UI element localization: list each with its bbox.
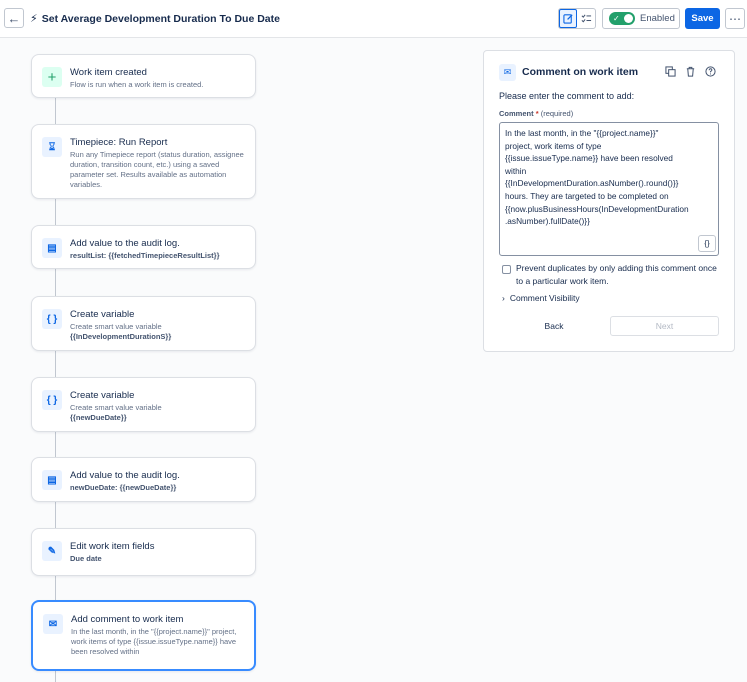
ellipsis-icon: ⋯ [729, 11, 741, 26]
prevent-duplicates-label: Prevent duplicates by only adding this c… [516, 263, 717, 286]
card-title: Create variable [70, 390, 135, 401]
required-mark: * [535, 109, 539, 118]
hourglass-icon: ⌛︎ [42, 137, 62, 157]
enabled-label: Enabled [640, 13, 675, 24]
lightning-icon: ⚡︎ [30, 13, 38, 25]
braces-icon: { } [42, 309, 62, 329]
flow-card-timepiece[interactable]: ⌛︎ Timepiece: Run Report Run any Timepie… [31, 124, 256, 199]
more-options-button[interactable]: ⋯ [725, 8, 745, 29]
log-icon: ▤ [42, 470, 62, 490]
card-title: Timepiece: Run Report [70, 137, 168, 148]
visual-editor-button[interactable] [559, 9, 577, 28]
edit-icon [562, 14, 573, 24]
flow-card-audit-log-1[interactable]: ▤ Add value to the audit log. resultList… [31, 225, 256, 269]
flow-card-create-variable-1[interactable]: { } Create variable Create smart value v… [31, 296, 256, 351]
card-title: Edit work item fields [70, 541, 155, 552]
back-panel-button[interactable]: Back [511, 316, 597, 336]
card-description: Run any Timepiece report (status duratio… [70, 150, 244, 189]
arrow-left-icon: ← [7, 10, 21, 26]
card-description: Create smart value variable {{newDueDate}… [70, 403, 247, 423]
trash-icon [686, 66, 694, 77]
toggle-knob [624, 14, 633, 23]
toggle-switch[interactable]: ✓ [609, 12, 635, 25]
card-description: Flow is run when a work item is created. [70, 80, 204, 89]
card-description: Due date [70, 554, 247, 564]
comment-icon: ✉ [43, 614, 63, 634]
card-title: Work item created [70, 67, 147, 78]
desc-value: {{newDueDate}} [70, 413, 127, 422]
visibility-label: Comment Visibility [509, 293, 580, 303]
next-button[interactable]: Next [610, 316, 719, 336]
comment-field-label: Comment * (required) [499, 109, 573, 118]
top-bar: ← ⚡︎ Set Average Development Duration To… [0, 0, 747, 38]
text-fade [33, 657, 254, 669]
duplicate-button[interactable] [664, 65, 676, 77]
comment-icon: ✉ [499, 64, 516, 81]
card-description: resultList: {{fetchedTimepieceResultList… [70, 251, 247, 261]
log-icon: ▤ [42, 238, 62, 258]
card-description: Create smart value variable {{InDevelopme… [70, 322, 247, 342]
flow-card-add-comment[interactable]: ✉ Add comment to work item In the last m… [31, 600, 256, 671]
smart-values-button[interactable]: {} [698, 235, 716, 252]
panel-prompt: Please enter the comment to add: [499, 91, 635, 101]
comment-textarea[interactable]: In the last month, in the "{{project.nam… [499, 122, 719, 256]
card-title: Create variable [70, 309, 135, 320]
panel-title: Comment on work item [522, 66, 639, 78]
copy-icon [664, 65, 676, 77]
desc-prefix: newDueDate: [70, 483, 120, 492]
check-icon: ✓ [613, 14, 620, 23]
edit-icon: ✎ [42, 541, 62, 561]
panel-actions [664, 65, 716, 77]
page-title: Set Average Development Duration To Due … [41, 12, 280, 25]
save-button[interactable]: Save [685, 8, 720, 29]
card-title: Add value to the audit log. [70, 470, 180, 481]
checklist-icon [581, 14, 591, 23]
plus-icon: + [42, 67, 62, 87]
view-toggle [558, 8, 596, 29]
flow-card-create-variable-2[interactable]: { } Create variable Create smart value v… [31, 377, 256, 432]
enabled-toggle[interactable]: ✓ Enabled [602, 8, 680, 29]
desc-value: {{fetchedTimepieceResultList}} [108, 251, 220, 260]
card-title: Add value to the audit log. [70, 238, 180, 249]
desc-value: Due date [70, 554, 102, 563]
braces-icon: { } [42, 390, 62, 410]
label-text: Comment [499, 109, 534, 118]
list-view-button[interactable] [577, 9, 595, 28]
desc-prefix: resultList: [70, 251, 109, 260]
flow-card-audit-log-2[interactable]: ▤ Add value to the audit log. newDueDate… [31, 457, 256, 502]
flow-card-trigger[interactable]: + Work item created Flow is run when a w… [31, 54, 256, 98]
comment-visibility-toggle[interactable]: › Comment Visibility [502, 293, 580, 303]
card-title: Add comment to work item [71, 614, 184, 625]
chevron-right-icon: › [502, 293, 505, 303]
back-button[interactable]: ← [4, 8, 24, 28]
desc-text: Create smart value variable [70, 322, 162, 331]
help-icon [704, 65, 716, 77]
desc-value: {{newDueDate}} [119, 483, 177, 492]
card-description: In the last month, in the "{{project.nam… [71, 627, 237, 656]
delete-button[interactable] [684, 65, 696, 77]
desc-value: {{InDevelopmentDurationS}} [70, 332, 172, 341]
title-area: ⚡︎ Set Average Development Duration To D… [30, 12, 280, 26]
help-button[interactable] [704, 65, 716, 77]
card-description: newDueDate: {{newDueDate}} [70, 483, 247, 493]
comment-config-panel: ✉ Comment on work item Please enter the … [483, 50, 735, 352]
required-text: (required) [540, 109, 574, 118]
desc-text: Create smart value variable [70, 403, 162, 412]
prevent-duplicates-checkbox[interactable] [502, 265, 511, 274]
flow-card-edit-fields[interactable]: ✎ Edit work item fields Due date [31, 528, 256, 576]
